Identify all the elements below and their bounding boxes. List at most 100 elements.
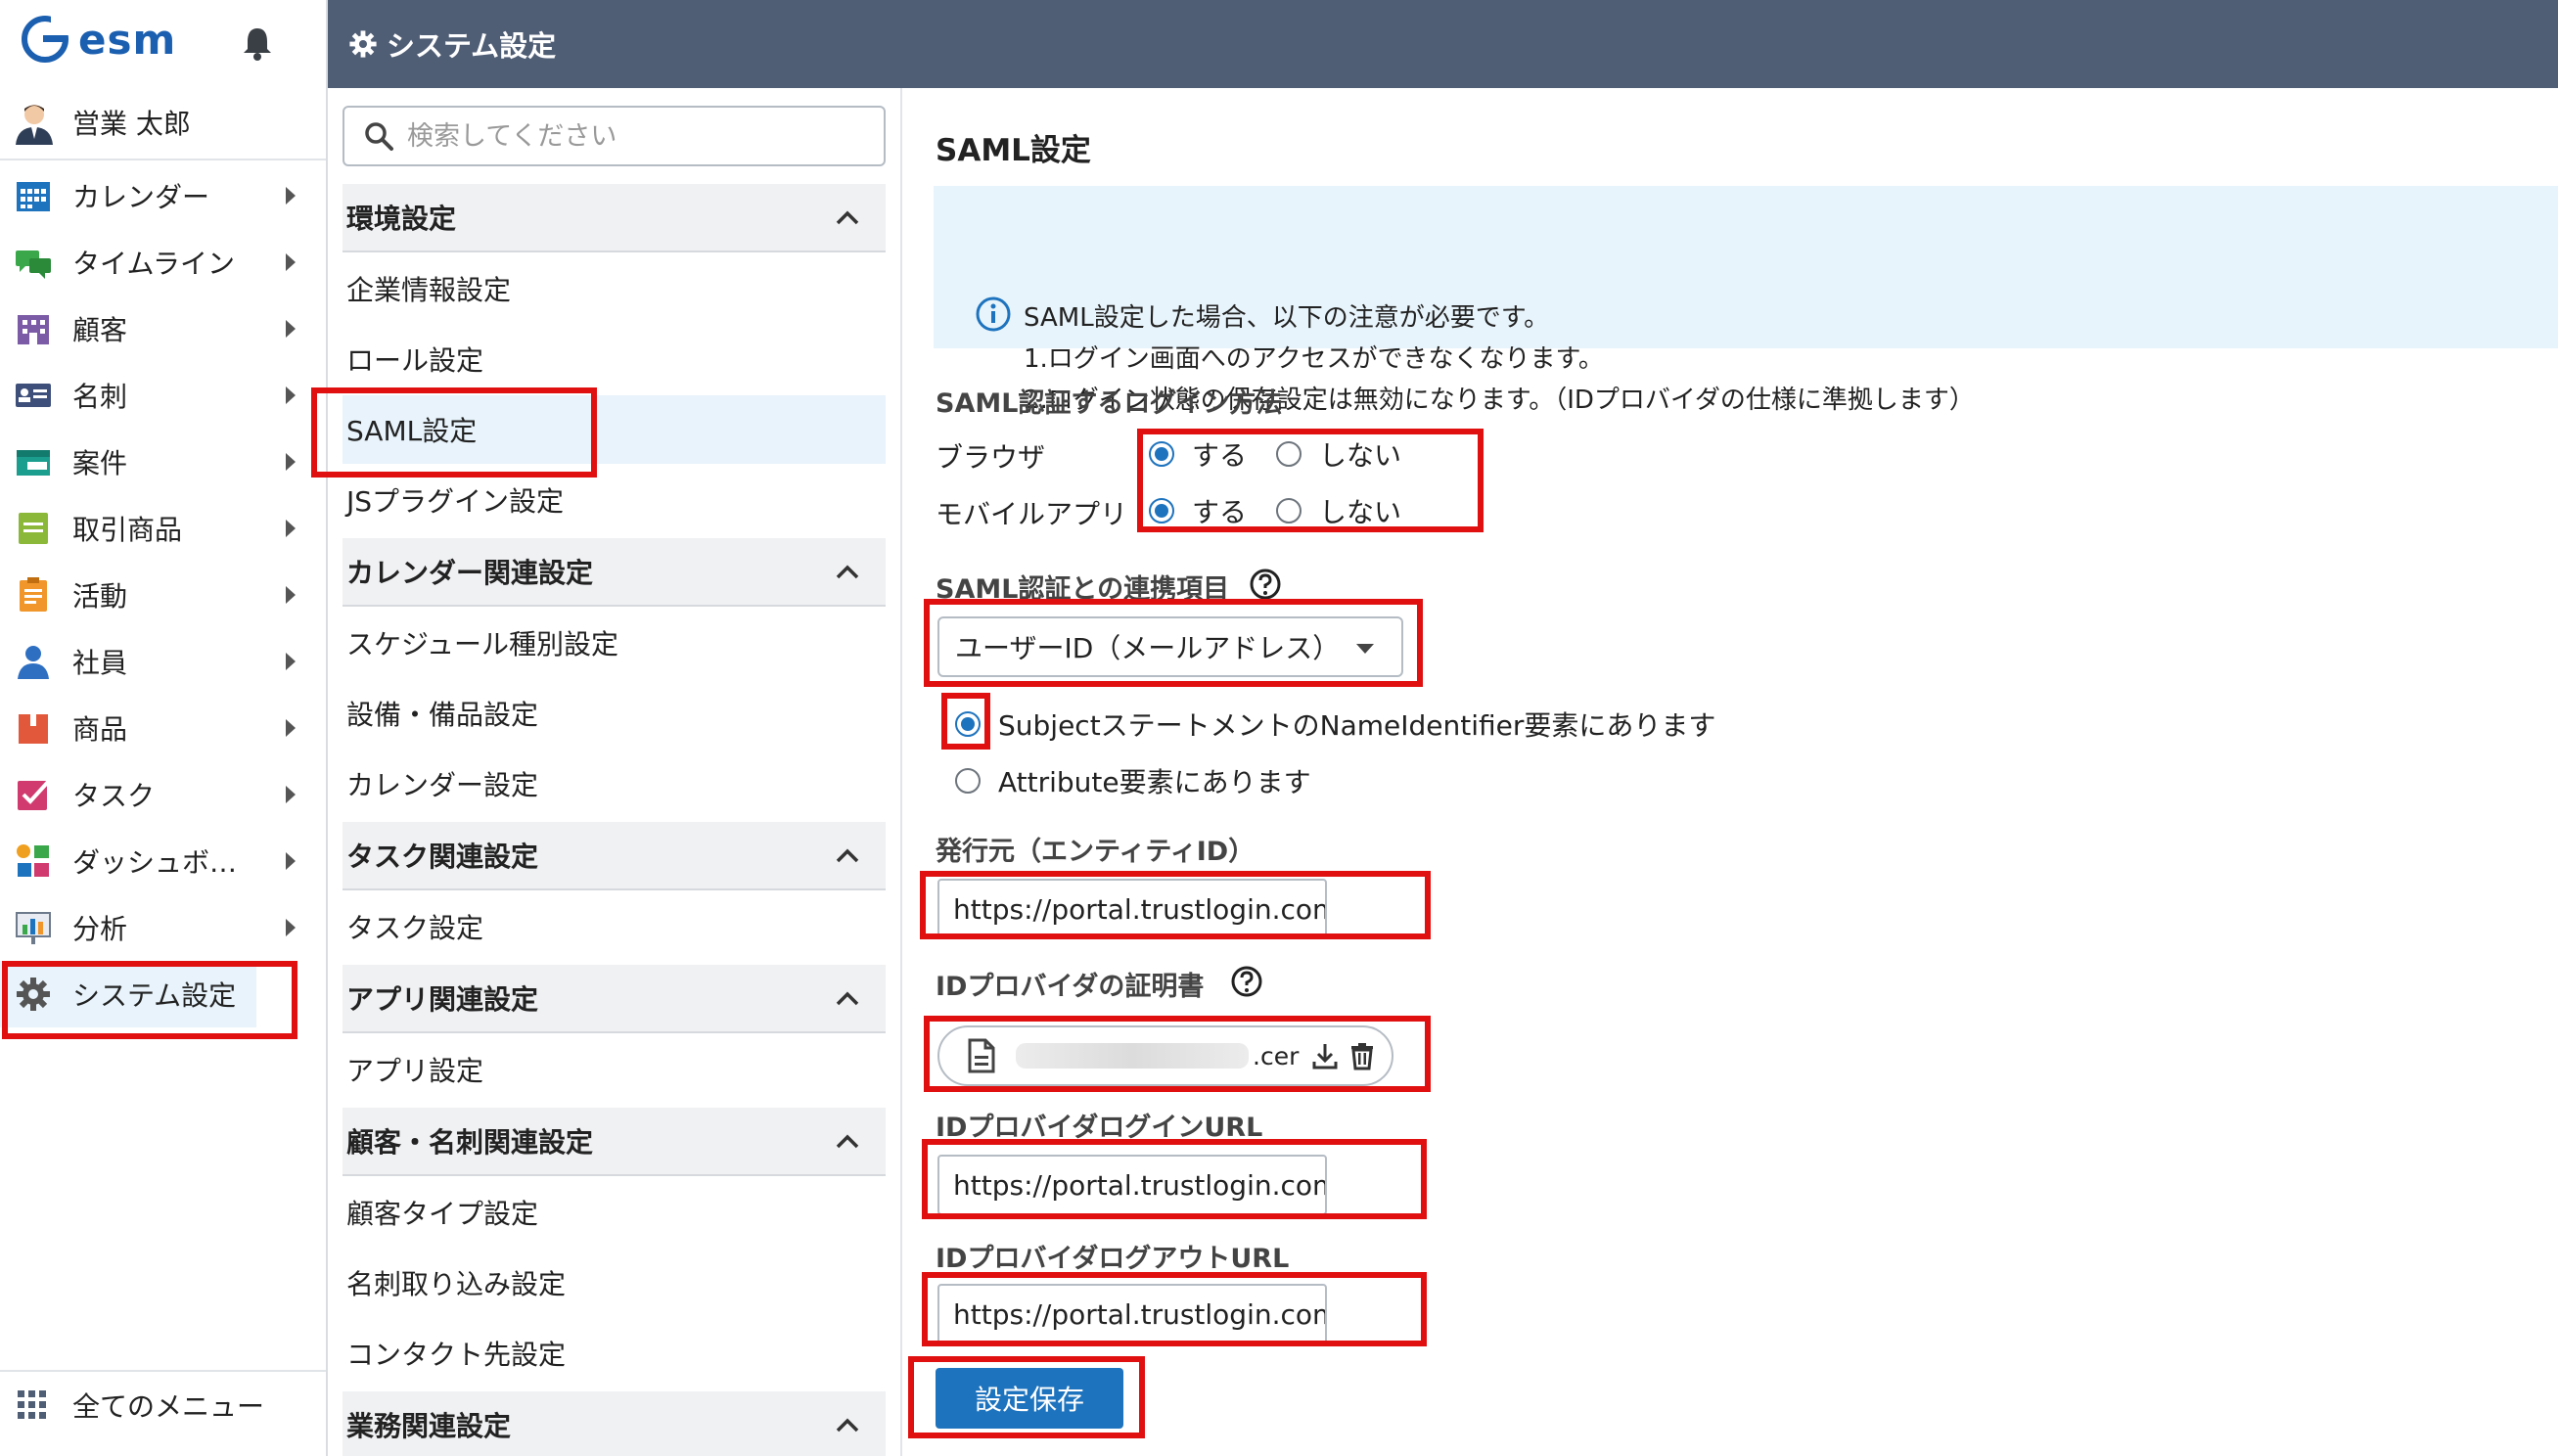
sidebar-item-product[interactable]: 商品 bbox=[0, 695, 326, 761]
section-business[interactable]: 業務関連設定 bbox=[343, 1391, 886, 1456]
attribute-radio[interactable]: Attribute要素にあります bbox=[955, 761, 1311, 800]
sidebar-item-timeline[interactable]: タイムライン bbox=[0, 229, 326, 296]
section-label: カレンダー関連設定 bbox=[346, 557, 594, 589]
help-icon[interactable] bbox=[1230, 965, 1263, 998]
menu-item-role[interactable]: ロール設定 bbox=[343, 325, 886, 393]
chevron-right-icon bbox=[286, 852, 296, 870]
sidebar-item-employee[interactable]: 社員 bbox=[0, 628, 326, 695]
chevron-up-icon bbox=[836, 848, 859, 863]
info-icon bbox=[976, 296, 1011, 332]
menu-item-label: 名刺取り込み設定 bbox=[346, 1268, 567, 1300]
help-icon[interactable] bbox=[1249, 568, 1282, 601]
sidebar-item-activity[interactable]: 活動 bbox=[0, 562, 326, 628]
sidebar-item-label: 案件 bbox=[72, 447, 128, 479]
radio-dot bbox=[955, 768, 981, 794]
chevron-right-icon bbox=[286, 653, 296, 670]
radio-dot bbox=[1149, 441, 1174, 467]
building-icon bbox=[18, 315, 49, 344]
person-icon bbox=[18, 646, 49, 679]
browser-label: ブラウザ bbox=[936, 441, 1046, 474]
section-customer[interactable]: 顧客・名刺関連設定 bbox=[343, 1108, 886, 1176]
bell-icon[interactable] bbox=[238, 23, 277, 63]
radio-label: する bbox=[1192, 439, 1248, 472]
chevron-right-icon bbox=[286, 719, 296, 737]
browser-yes-radio[interactable]: する bbox=[1149, 434, 1247, 474]
sidebar-item-business-card[interactable]: 名刺 bbox=[0, 362, 326, 429]
sidebar-item-task[interactable]: タスク bbox=[0, 761, 326, 828]
issuer-input[interactable] bbox=[937, 879, 1327, 939]
radio-label: Attribute要素にあります bbox=[998, 766, 1311, 798]
menu-item-js-plugin[interactable]: JSプラグイン設定 bbox=[343, 466, 886, 534]
trash-icon[interactable] bbox=[1348, 1041, 1377, 1070]
menu-item-saml[interactable]: SAML設定 bbox=[343, 395, 886, 464]
menu-item-task[interactable]: タスク設定 bbox=[343, 892, 886, 961]
menu-item-label: コンタクト先設定 bbox=[346, 1339, 567, 1371]
chevron-right-icon bbox=[286, 453, 296, 471]
search-input[interactable] bbox=[407, 120, 867, 152]
menu-item-customer-type[interactable]: 顧客タイプ設定 bbox=[343, 1178, 886, 1247]
download-icon[interactable] bbox=[1310, 1041, 1340, 1070]
redacted-filename bbox=[1016, 1043, 1249, 1069]
menu-item-card-import[interactable]: 名刺取り込み設定 bbox=[343, 1249, 886, 1317]
radio-label: しない bbox=[1319, 496, 1402, 528]
chevron-right-icon bbox=[286, 786, 296, 803]
radio-dot bbox=[955, 711, 981, 737]
gear-icon bbox=[17, 978, 50, 1011]
radio-dot bbox=[1276, 498, 1302, 523]
business-card-icon bbox=[16, 384, 51, 407]
sidebar-item-dashboard[interactable]: ダッシュボ… bbox=[0, 828, 326, 894]
sidebar-item-analysis[interactable]: 分析 bbox=[0, 894, 326, 961]
chevron-right-icon bbox=[286, 187, 296, 205]
section-label: アプリ関連設定 bbox=[346, 983, 539, 1016]
user-profile[interactable]: 営業 太郎 bbox=[0, 86, 326, 160]
menu-item-calendar[interactable]: カレンダー設定 bbox=[343, 750, 886, 818]
radio-label: する bbox=[1192, 496, 1248, 528]
menu-item-contact[interactable]: コンタクト先設定 bbox=[343, 1319, 886, 1388]
section-task[interactable]: タスク関連設定 bbox=[343, 822, 886, 890]
menu-item-schedule-type[interactable]: スケジュール種別設定 bbox=[343, 609, 886, 677]
sidebar-item-trade-product[interactable]: 取引商品 bbox=[0, 495, 326, 562]
all-menu-button[interactable]: 全てのメニュー bbox=[0, 1370, 326, 1438]
menu-item-company[interactable]: 企業情報設定 bbox=[343, 254, 886, 323]
section-label: 業務関連設定 bbox=[346, 1410, 512, 1442]
menu-item-label: 企業情報設定 bbox=[346, 274, 512, 306]
logo-row: esm bbox=[0, 0, 326, 81]
section-calendar[interactable]: カレンダー関連設定 bbox=[343, 538, 886, 607]
sidebar: esm 営業 太郎 カレンダー タイムライン 顧客 名刺 案件 取引商品 活動 … bbox=[0, 0, 328, 1456]
sidebar-item-label: 名刺 bbox=[72, 381, 128, 413]
menu-item-equipment[interactable]: 設備・備品設定 bbox=[343, 679, 886, 748]
browser-no-radio[interactable]: しない bbox=[1276, 434, 1401, 474]
chevron-right-icon bbox=[286, 586, 296, 604]
section-label: 顧客・名刺関連設定 bbox=[346, 1126, 594, 1159]
section-app[interactable]: アプリ関連設定 bbox=[343, 965, 886, 1033]
sidebar-item-system-settings[interactable]: システム設定 bbox=[0, 961, 256, 1027]
sidebar-item-label: 取引商品 bbox=[72, 514, 183, 546]
menu-item-app[interactable]: アプリ設定 bbox=[343, 1035, 886, 1104]
logout-url-input[interactable] bbox=[937, 1284, 1327, 1344]
link-item-label: SAML認証との連携項目 bbox=[936, 574, 1230, 605]
chevron-right-icon bbox=[286, 253, 296, 271]
sidebar-item-deal[interactable]: 案件 bbox=[0, 429, 326, 495]
page-title: システム設定 bbox=[387, 29, 557, 63]
mobile-yes-radio[interactable]: する bbox=[1149, 491, 1247, 530]
link-item-select[interactable]: ユーザーID（メールアドレス） bbox=[937, 616, 1403, 677]
menu-item-label: アプリ設定 bbox=[346, 1055, 484, 1087]
sidebar-item-label: ダッシュボ… bbox=[72, 846, 238, 879]
all-menu-label: 全てのメニュー bbox=[72, 1390, 265, 1423]
esm-logo[interactable]: esm bbox=[22, 12, 176, 67]
sidebar-nav: カレンダー タイムライン 顧客 名刺 案件 取引商品 活動 社員 商品 タスク … bbox=[0, 162, 326, 1027]
radio-label: SubjectステートメントのNameIdentifier要素にあります bbox=[998, 709, 1716, 742]
sidebar-item-label: 活動 bbox=[72, 580, 128, 613]
save-button[interactable]: 設定保存 bbox=[936, 1368, 1123, 1429]
login-url-input[interactable] bbox=[937, 1155, 1327, 1215]
section-label: タスク関連設定 bbox=[346, 841, 539, 873]
mobile-no-radio[interactable]: しない bbox=[1276, 491, 1401, 530]
nameidentifier-radio[interactable]: SubjectステートメントのNameIdentifier要素にあります bbox=[955, 705, 1715, 744]
sidebar-item-customer[interactable]: 顧客 bbox=[0, 296, 326, 362]
select-value: ユーザーID（メールアドレス） bbox=[955, 632, 1341, 664]
login-url-label: IDプロバイダログインURL bbox=[936, 1113, 1263, 1143]
notice-line-1: SAML設定した場合、以下の注意が必要です。 bbox=[1024, 303, 1550, 333]
radio-dot bbox=[1149, 498, 1174, 523]
sidebar-item-calendar[interactable]: カレンダー bbox=[0, 162, 326, 229]
section-env[interactable]: 環境設定 bbox=[343, 184, 886, 252]
